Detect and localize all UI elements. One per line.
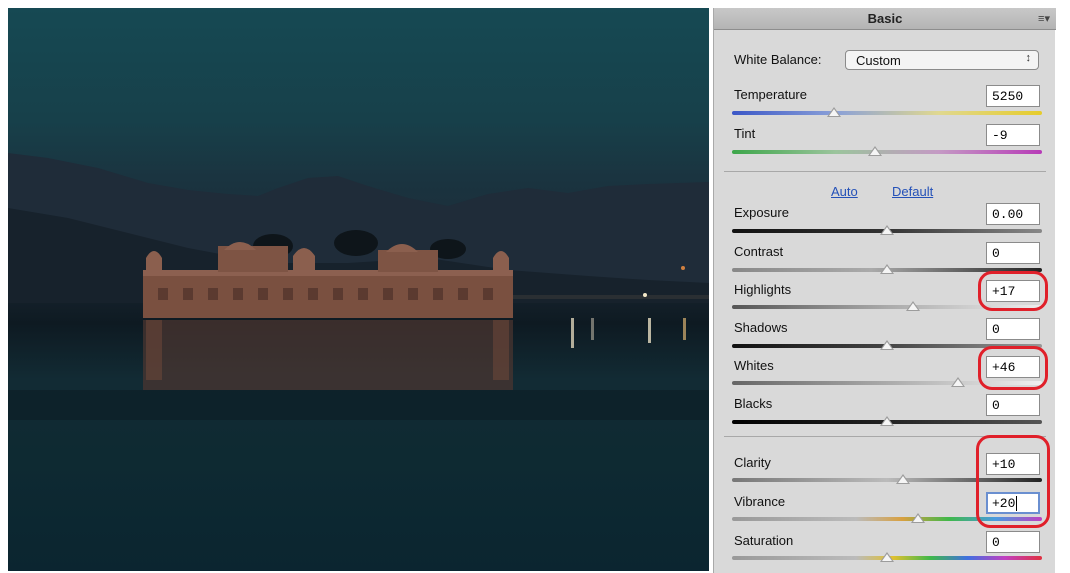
saturation-slider-thumb[interactable] <box>880 552 894 562</box>
whites-slider-thumb[interactable] <box>951 377 966 387</box>
chevron-updown-icon: ↕ <box>1025 52 1032 64</box>
clarity-label: Clarity <box>734 455 771 470</box>
shadows-field[interactable]: 0 <box>986 318 1040 340</box>
shadows-label: Shadows <box>734 320 788 335</box>
highlights-label: Highlights <box>734 282 792 297</box>
temperature-slider-thumb[interactable] <box>827 107 842 117</box>
contrast-slider-thumb[interactable] <box>880 264 894 274</box>
panel-menu-icon[interactable]: ≡▾ <box>1038 12 1050 25</box>
exposure-field[interactable]: 0.00 <box>986 203 1040 225</box>
blacks-slider-thumb[interactable] <box>880 416 894 426</box>
whites-label: Whites <box>734 358 774 373</box>
saturation-label: Saturation <box>734 533 794 548</box>
exposure-slider-thumb[interactable] <box>880 225 894 235</box>
tint-slider-track[interactable] <box>732 150 1042 154</box>
blacks-field[interactable]: 0 <box>986 394 1040 416</box>
vibrance-field[interactable]: +20 <box>986 492 1040 514</box>
tint-label: Tint <box>734 126 756 141</box>
clarity-slider-thumb[interactable] <box>895 474 910 484</box>
tint-slider-thumb[interactable] <box>867 146 882 156</box>
vibrance-value: +20 <box>992 496 1016 511</box>
saturation-field[interactable]: 0 <box>986 531 1040 553</box>
default-link[interactable]: Default <box>892 184 933 199</box>
highlights-slider-track[interactable] <box>732 305 1042 309</box>
section-divider <box>724 436 1046 437</box>
vibrance-label: Vibrance <box>734 494 786 509</box>
white-balance-value: Custom <box>856 53 901 68</box>
section-divider <box>724 171 1046 172</box>
exposure-label: Exposure <box>734 205 789 220</box>
vibrance-slider-track[interactable] <box>732 517 1042 521</box>
temperature-label: Temperature <box>734 87 807 102</box>
clarity-field[interactable]: +10 <box>986 453 1040 475</box>
basic-panel: Basic ≡▾ White Balance: Custom ↕ Tempera… <box>713 8 1056 573</box>
highlights-slider-thumb[interactable] <box>906 301 921 311</box>
text-caret <box>1016 496 1018 511</box>
panel-header: Basic ≡▾ <box>714 8 1056 30</box>
auto-link[interactable]: Auto <box>831 184 858 199</box>
temperature-slider-track[interactable] <box>732 111 1042 115</box>
tint-field[interactable]: -9 <box>986 124 1040 146</box>
photo-preview <box>8 8 709 571</box>
whites-slider-track[interactable] <box>732 381 1042 385</box>
photo-scene <box>8 153 709 420</box>
vibrance-slider-thumb[interactable] <box>911 513 925 523</box>
white-balance-select[interactable]: Custom ↕ <box>845 50 1039 70</box>
whites-field[interactable]: +46 <box>986 356 1040 378</box>
clarity-slider-track[interactable] <box>732 478 1042 482</box>
contrast-label: Contrast <box>734 244 784 259</box>
shadows-slider-thumb[interactable] <box>880 340 894 350</box>
panel-title: Basic <box>867 11 903 26</box>
temperature-field[interactable]: 5250 <box>986 85 1040 107</box>
blacks-label: Blacks <box>734 396 773 411</box>
contrast-field[interactable]: 0 <box>986 242 1040 264</box>
highlights-field[interactable]: +17 <box>986 280 1040 302</box>
white-balance-label: White Balance: <box>734 52 822 67</box>
